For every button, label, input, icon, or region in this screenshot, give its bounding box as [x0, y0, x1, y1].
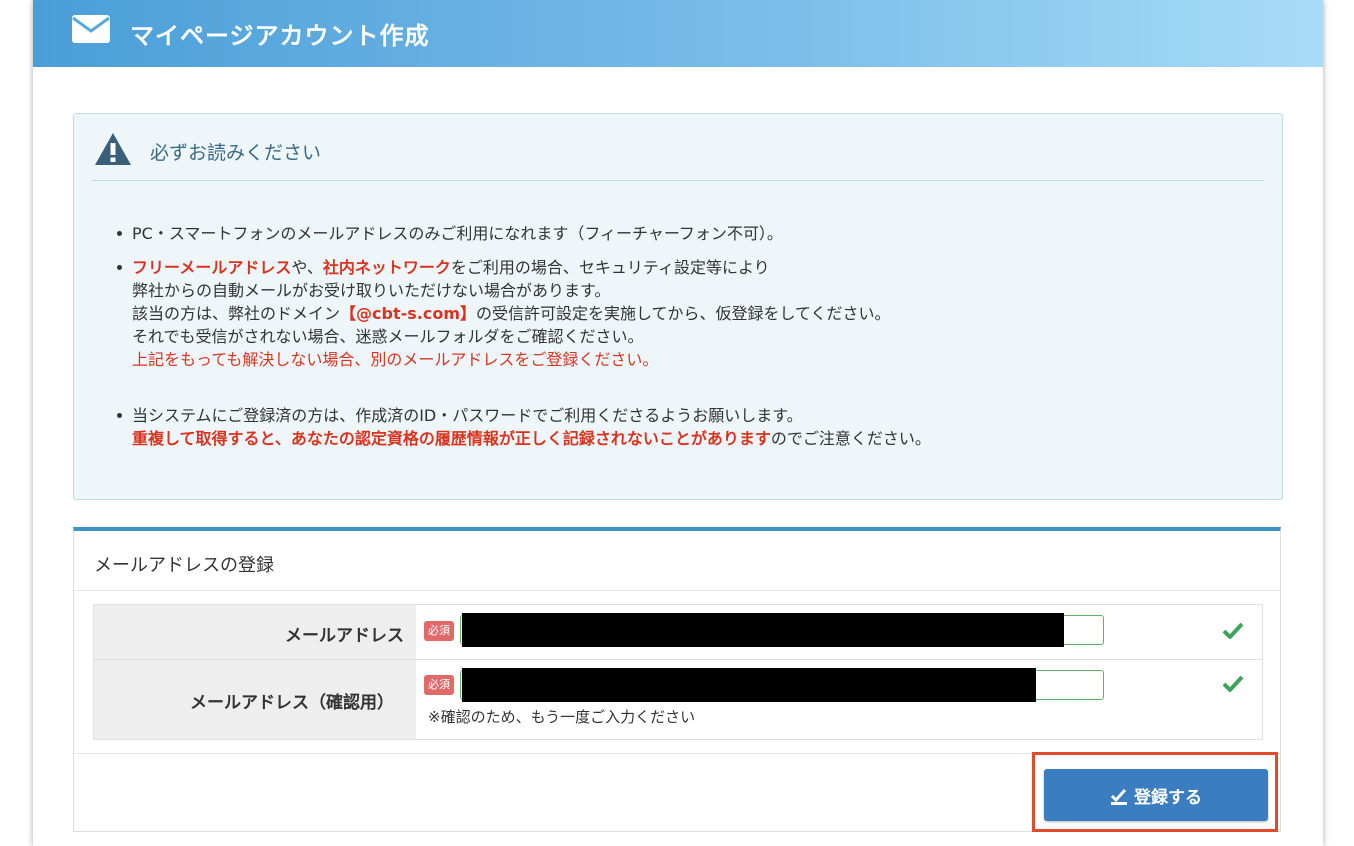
page-header: マイページアカウント作成	[33, 0, 1323, 67]
registration-panel: メールアドレスの登録 メールアドレス 必須 メールアドレス（確認用） 必須 ※確…	[73, 527, 1281, 832]
notice-item: PC・スマートフォンのメールアドレスのみご利用になれます（フィーチャーフォン不可…	[117, 222, 931, 245]
page-title: マイページアカウント作成	[130, 22, 430, 50]
notice-list: PC・スマートフォンのメールアドレスのみご利用になれます（フィーチャーフォン不可…	[117, 222, 931, 450]
email-confirm-label: メールアドレス（確認用）	[190, 693, 394, 713]
redacted-email	[462, 613, 1064, 647]
divider	[74, 590, 1280, 591]
warning-icon	[95, 133, 131, 165]
notice-panel: 必ずお読みください PC・スマートフォンのメールアドレスのみご利用になれます（フ…	[73, 113, 1283, 500]
redacted-email-confirm	[462, 668, 1036, 702]
checkmark-icon	[1222, 622, 1244, 639]
registration-form: メールアドレス 必須 メールアドレス（確認用） 必須 ※確認のため、もう一度ご入…	[93, 604, 1263, 740]
notice-title: 必ずお読みください	[150, 142, 322, 164]
email-confirm-label-cell: メールアドレス（確認用）	[94, 660, 416, 739]
required-badge: 必須	[424, 621, 454, 641]
envelope-icon	[72, 15, 110, 43]
email-label: メールアドレス	[285, 626, 404, 646]
email-row: メールアドレス 必須	[94, 605, 1262, 660]
notice-item: 当システムにご登録済の方は、作成済のID・パスワードでご利用くださるようお願いし…	[117, 406, 931, 448]
checkmark-icon	[1222, 675, 1244, 692]
check-submit-icon	[1110, 788, 1127, 805]
domain-text: 【@cbt-s.com】	[340, 304, 476, 323]
notice-item: フリーメールアドレスや、社内ネットワークをご利用の場合、セキュリティ設定等により…	[117, 256, 931, 371]
email-confirm-row: メールアドレス（確認用） 必須 ※確認のため、もう一度ご入力ください	[94, 660, 1262, 739]
registration-title: メールアドレスの登録	[94, 555, 274, 576]
notice-header: 必ずお読みください	[92, 130, 1264, 181]
email-label-cell: メールアドレス	[94, 605, 416, 659]
email-confirm-hint: ※確認のため、もう一度ご入力ください	[428, 708, 696, 726]
page: マイページアカウント作成 必ずお読みください PC・スマートフォンのメールアドレ…	[33, 0, 1323, 846]
required-badge: 必須	[424, 675, 454, 695]
register-button-label: 登録する	[1134, 787, 1202, 808]
register-button[interactable]: 登録する	[1044, 769, 1268, 821]
